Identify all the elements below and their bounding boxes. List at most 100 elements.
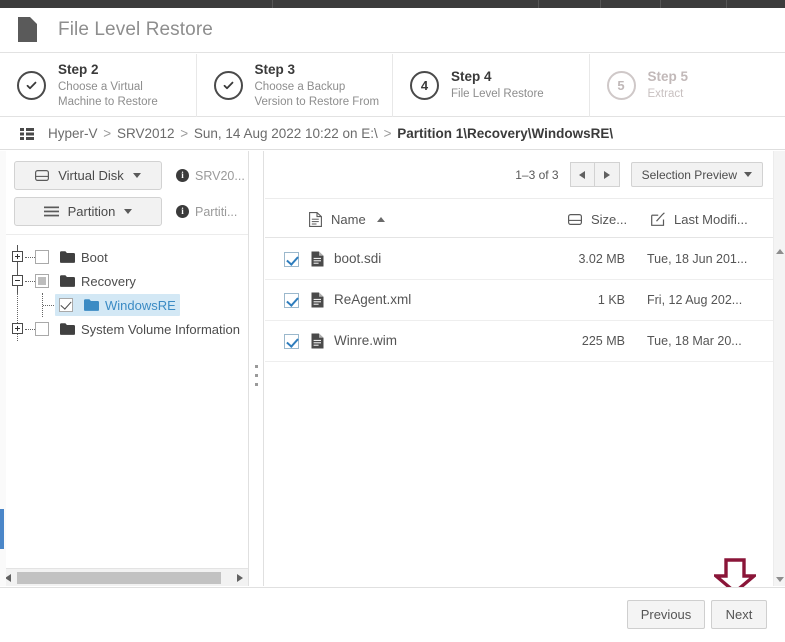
splitter-grip-icon[interactable] bbox=[255, 365, 258, 386]
disk-partition-selectors: Virtual Disk i SRV20... Partition i Part… bbox=[0, 151, 248, 235]
tree-checkbox-recovery[interactable] bbox=[35, 274, 49, 288]
chrome-divider bbox=[272, 0, 273, 8]
tree-horizontal-scrollbar[interactable] bbox=[0, 568, 248, 586]
tree-label-windowsre: WindowsRE bbox=[105, 297, 176, 313]
page-vertical-scrollbar[interactable] bbox=[0, 151, 6, 586]
row-checkbox[interactable] bbox=[284, 334, 299, 349]
breadcrumb-current-path: Partition 1\Recovery\WindowsRE\ bbox=[397, 126, 614, 141]
wizard-footer: Previous Next bbox=[0, 587, 785, 642]
tree-hscroll-thumb[interactable] bbox=[17, 572, 221, 584]
tree-item-recovery[interactable]: Recovery bbox=[0, 269, 248, 293]
table-row[interactable]: Winre.wim 225 MB Tue, 18 Mar 20... bbox=[265, 321, 773, 362]
wizard-step-2[interactable]: Step 2 Choose a Virtual Machine to Resto… bbox=[0, 54, 197, 117]
page-title: File Level Restore bbox=[58, 19, 213, 40]
selection-preview-label: Selection Preview bbox=[641, 167, 737, 182]
chevron-left-icon bbox=[579, 170, 586, 179]
previous-button[interactable]: Previous bbox=[627, 600, 705, 629]
column-header-last-modified[interactable]: Last Modifi... bbox=[651, 200, 748, 238]
column-header-name[interactable]: Name bbox=[309, 200, 385, 238]
step-5-number: Step 5 bbox=[647, 69, 689, 85]
page-vscroll-thumb[interactable] bbox=[0, 509, 4, 549]
panel-splitter[interactable] bbox=[249, 151, 264, 586]
file-name: ReAgent.xml bbox=[334, 292, 412, 307]
folder-icon bbox=[84, 299, 99, 311]
tree-checkbox-system-volume-information[interactable] bbox=[35, 322, 49, 336]
edit-icon bbox=[651, 212, 665, 226]
chevron-right-icon bbox=[603, 170, 610, 179]
tree-label-boot: Boot bbox=[81, 249, 108, 265]
step-2-number: Step 2 bbox=[58, 61, 99, 77]
caret-up-icon bbox=[376, 216, 385, 222]
column-header-size[interactable]: Size... bbox=[568, 200, 627, 238]
next-button[interactable]: Next bbox=[711, 600, 767, 629]
wizard-step-5[interactable]: 5 Step 5 Extract bbox=[590, 54, 785, 117]
scroll-right-arrow-icon[interactable] bbox=[237, 574, 243, 582]
column-header-name-label: Name bbox=[331, 211, 366, 227]
step-5-number-badge: 5 bbox=[606, 71, 636, 100]
partition-dropdown[interactable]: Partition bbox=[14, 197, 162, 226]
tree-item-system-volume-information[interactable]: System Volume Information bbox=[0, 317, 248, 341]
tree-expander-plus-icon[interactable] bbox=[12, 251, 23, 262]
table-row[interactable]: boot.sdi 3.02 MB Tue, 18 Jun 201... bbox=[265, 239, 773, 280]
tree-expander-minus-icon[interactable] bbox=[12, 275, 23, 286]
row-checkbox[interactable] bbox=[284, 252, 299, 267]
breadcrumb-separator: > bbox=[383, 126, 392, 141]
scroll-up-arrow-icon[interactable] bbox=[776, 249, 784, 254]
breadcrumb-path: Hyper-V > SRV2012 > Sun, 14 Aug 2022 10:… bbox=[48, 126, 613, 141]
disk-icon bbox=[568, 213, 582, 225]
virtual-disk-dropdown[interactable]: Virtual Disk bbox=[14, 161, 162, 190]
document-icon bbox=[18, 17, 40, 43]
partition-row: Partition i Partiti... bbox=[14, 197, 237, 226]
pagination-previous-button[interactable] bbox=[569, 162, 595, 187]
breadcrumb: Hyper-V > SRV2012 > Sun, 14 Aug 2022 10:… bbox=[0, 118, 785, 150]
file-name: boot.sdi bbox=[334, 251, 382, 266]
breadcrumb-item-srv2012[interactable]: SRV2012 bbox=[117, 126, 175, 141]
folder-icon bbox=[60, 275, 75, 287]
step-4-number: Step 4 bbox=[451, 69, 492, 85]
chrome-divider bbox=[600, 0, 601, 8]
folder-icon bbox=[60, 323, 75, 335]
selection-preview-dropdown[interactable]: Selection Preview bbox=[630, 162, 763, 187]
file-list-toolbar: 1–3 of 3 Selection Preview bbox=[265, 151, 773, 199]
partition-info-label: Partiti... bbox=[195, 204, 238, 219]
column-header-size-label: Size... bbox=[591, 211, 628, 227]
scroll-down-arrow-icon[interactable] bbox=[776, 577, 784, 582]
pagination-next-button[interactable] bbox=[594, 162, 620, 187]
tree-item-boot[interactable]: Boot bbox=[0, 245, 248, 269]
tree-expander-plus-icon[interactable] bbox=[12, 323, 23, 334]
chrome-divider bbox=[726, 0, 727, 8]
hamburger-icon bbox=[43, 206, 59, 217]
tree-connector bbox=[25, 257, 35, 258]
chrome-divider bbox=[538, 0, 539, 8]
grid-list-icon[interactable] bbox=[20, 127, 34, 140]
folder-icon bbox=[60, 251, 75, 263]
file-list-vertical-scrollbar[interactable] bbox=[773, 151, 785, 586]
partition-label: Partition bbox=[67, 204, 116, 219]
wizard-step-3[interactable]: Step 3 Choose a Backup Version to Restor… bbox=[197, 54, 393, 117]
virtual-disk-label: Virtual Disk bbox=[58, 168, 124, 183]
wizard-step-4[interactable]: 4 Step 4 File Level Restore bbox=[393, 54, 590, 117]
file-icon bbox=[311, 292, 324, 308]
virtual-disk-row: Virtual Disk i SRV20... bbox=[14, 161, 245, 190]
tree-connector bbox=[25, 329, 35, 330]
table-row[interactable]: ReAgent.xml 1 KB Fri, 12 Aug 202... bbox=[265, 280, 773, 321]
virtual-disk-info-link[interactable]: i SRV20... bbox=[176, 169, 245, 183]
file-level-restore-page: File Level Restore Step 2 Choose a Virtu… bbox=[0, 0, 785, 642]
chrome-divider bbox=[660, 0, 661, 8]
chevron-down-icon bbox=[124, 209, 133, 214]
breadcrumb-separator: > bbox=[103, 126, 112, 141]
tree-item-windowsre[interactable]: WindowsRE bbox=[0, 293, 248, 317]
step-3-desc-line2: Version to Restore From bbox=[254, 95, 380, 108]
tree-label-system-volume-information: System Volume Information bbox=[81, 321, 240, 337]
info-icon: i bbox=[176, 205, 189, 218]
virtual-disk-info-label: SRV20... bbox=[195, 168, 245, 183]
tree-checkbox-windowsre[interactable] bbox=[59, 298, 73, 312]
tree-checkbox-boot[interactable] bbox=[35, 250, 49, 264]
folder-tree: Boot Recovery WindowsRE System Volume In… bbox=[0, 236, 248, 566]
step-3-desc-line1: Choose a Backup bbox=[254, 80, 346, 93]
tree-connector bbox=[43, 305, 54, 306]
partition-info-link[interactable]: i Partiti... bbox=[176, 205, 237, 219]
row-checkbox[interactable] bbox=[284, 293, 299, 308]
breadcrumb-item-hyperv[interactable]: Hyper-V bbox=[48, 126, 98, 141]
breadcrumb-item-backup-version[interactable]: Sun, 14 Aug 2022 10:22 on E:\ bbox=[194, 126, 378, 141]
